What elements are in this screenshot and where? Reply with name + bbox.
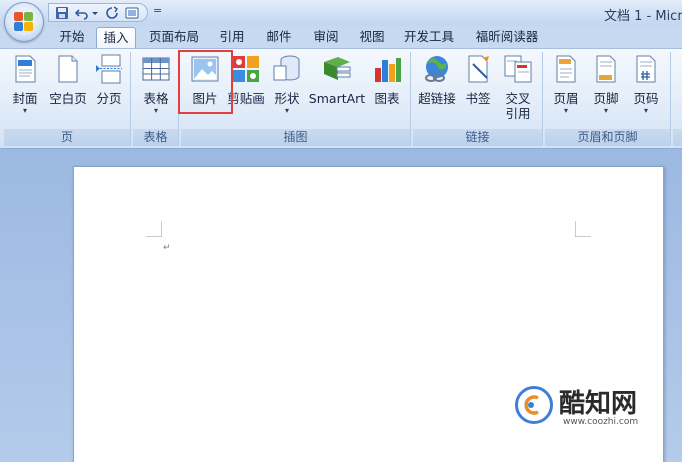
tab-insert[interactable]: 插入 [96, 27, 136, 49]
group-illustrations-label: 插图 [181, 129, 410, 146]
clip-art-icon [233, 56, 259, 82]
page-break-label: 分页 [96, 91, 122, 106]
table-dropdown-icon: ▾ [153, 106, 158, 115]
header-dropdown-icon: ▾ [563, 106, 568, 115]
cover-page-icon [15, 55, 36, 83]
tab-page-layout[interactable]: 页面布局 [142, 26, 206, 48]
shapes-label: 形状 [274, 91, 300, 106]
watermark-logo-glyph [524, 395, 539, 415]
page-number-button[interactable]: 页码 ▾ [629, 54, 663, 116]
group-text-partial-label [673, 129, 682, 146]
watermark: 酷知网 www.coozhi.com [515, 383, 675, 433]
tab-home[interactable]: 开始 [52, 26, 92, 48]
cover-page-dropdown-icon: ▾ [22, 106, 27, 115]
cover-page-button[interactable]: 封面 ▾ [8, 54, 42, 116]
tab-references[interactable]: 引用 [212, 26, 252, 48]
group-tables-label: 表格 [133, 129, 178, 146]
header-button[interactable]: 页眉 ▾ [549, 54, 583, 116]
group-pages: 封面 ▾ 空白页 分页 页 [4, 52, 131, 146]
margin-corner-top-left [146, 221, 162, 237]
group-header-footer-label: 页眉和页脚 [545, 129, 670, 146]
group-links-label: 链接 [413, 129, 542, 146]
tab-developer[interactable]: 开发工具 [398, 26, 460, 48]
smartart-icon [324, 57, 351, 80]
redo-icon[interactable] [105, 6, 119, 20]
tab-view[interactable]: 视图 [352, 26, 392, 48]
chart-button[interactable]: 图表 [369, 54, 405, 106]
office-button[interactable] [4, 2, 44, 42]
table-label: 表格 [143, 91, 169, 106]
watermark-url: www.coozhi.com [563, 417, 639, 427]
blank-page-icon [58, 55, 78, 83]
cover-page-label: 封面 [12, 91, 38, 106]
customize-toolbar-icon[interactable]: = [153, 4, 162, 17]
shapes-dropdown-icon: ▾ [284, 106, 289, 115]
page-number-icon [636, 55, 656, 83]
header-icon [556, 55, 576, 83]
cross-reference-label: 交叉 引用 [505, 91, 531, 121]
cross-reference-button[interactable]: 交叉 引用 [499, 54, 537, 121]
bookmark-icon [468, 55, 489, 83]
quick-access-toolbar [48, 3, 148, 22]
footer-label: 页脚 [593, 91, 619, 106]
tab-foxit-reader[interactable]: 福昕阅读器 [468, 26, 546, 48]
footer-dropdown-icon: ▾ [603, 106, 608, 115]
header-label: 页眉 [553, 91, 579, 106]
group-tables: 表格 ▾ 表格 [133, 52, 179, 146]
smartart-label: SmartArt [308, 91, 366, 106]
tab-review[interactable]: 审阅 [306, 26, 346, 48]
group-links: 超链接 书签 交叉 引用 链接 [413, 52, 543, 146]
chart-icon [375, 58, 401, 82]
save-icon[interactable] [55, 6, 69, 20]
watermark-logo-icon [515, 386, 553, 424]
page-break-button[interactable]: 分页 [92, 54, 126, 106]
hyperlink-label: 超链接 [418, 91, 456, 106]
print-preview-icon[interactable] [125, 6, 139, 20]
footer-icon [596, 55, 616, 83]
window-title: 文档 1 - Micr [604, 9, 682, 24]
table-icon [142, 57, 170, 81]
shapes-icon [273, 55, 300, 81]
ribbon: 封面 ▾ 空白页 分页 页 表格 ▾ 表格 图片 剪贴画 形状 ▾ SmartA… [0, 48, 682, 149]
undo-icon[interactable] [75, 6, 89, 20]
watermark-text: 酷知网 [559, 389, 638, 419]
page-break-icon [96, 54, 122, 84]
group-header-footer: 页眉 ▾ 页脚 ▾ 页码 ▾ 页眉和页脚 [545, 52, 671, 146]
undo-dropdown-icon[interactable] [91, 6, 99, 20]
smartart-button[interactable]: SmartArt [307, 54, 367, 106]
title-bar: = 文档 1 - Micr [0, 0, 682, 42]
table-button[interactable]: 表格 ▾ [139, 54, 173, 116]
shapes-button[interactable]: 形状 ▾ [269, 54, 305, 116]
group-pages-label: 页 [4, 129, 130, 146]
group-text-partial [673, 52, 682, 146]
cross-reference-icon [504, 55, 532, 83]
blank-page-label: 空白页 [49, 91, 87, 106]
ribbon-tabs: 开始 插入 页面布局 引用 邮件 审阅 视图 开发工具 福昕阅读器 [0, 26, 682, 49]
blank-page-button[interactable]: 空白页 [46, 54, 90, 106]
bookmark-button[interactable]: 书签 [461, 54, 495, 106]
page-number-dropdown-icon: ▾ [643, 106, 648, 115]
hyperlink-button[interactable]: 超链接 [415, 54, 459, 106]
paragraph-mark: ↵ [163, 243, 171, 253]
picture-highlight-box [178, 50, 233, 114]
margin-corner-top-right [575, 221, 591, 237]
bookmark-label: 书签 [465, 91, 491, 106]
hyperlink-icon [425, 56, 448, 82]
office-logo-icon [14, 12, 34, 32]
footer-button[interactable]: 页脚 ▾ [589, 54, 623, 116]
tab-mailings[interactable]: 邮件 [258, 26, 300, 48]
page-number-label: 页码 [633, 91, 659, 106]
chart-label: 图表 [374, 91, 400, 106]
